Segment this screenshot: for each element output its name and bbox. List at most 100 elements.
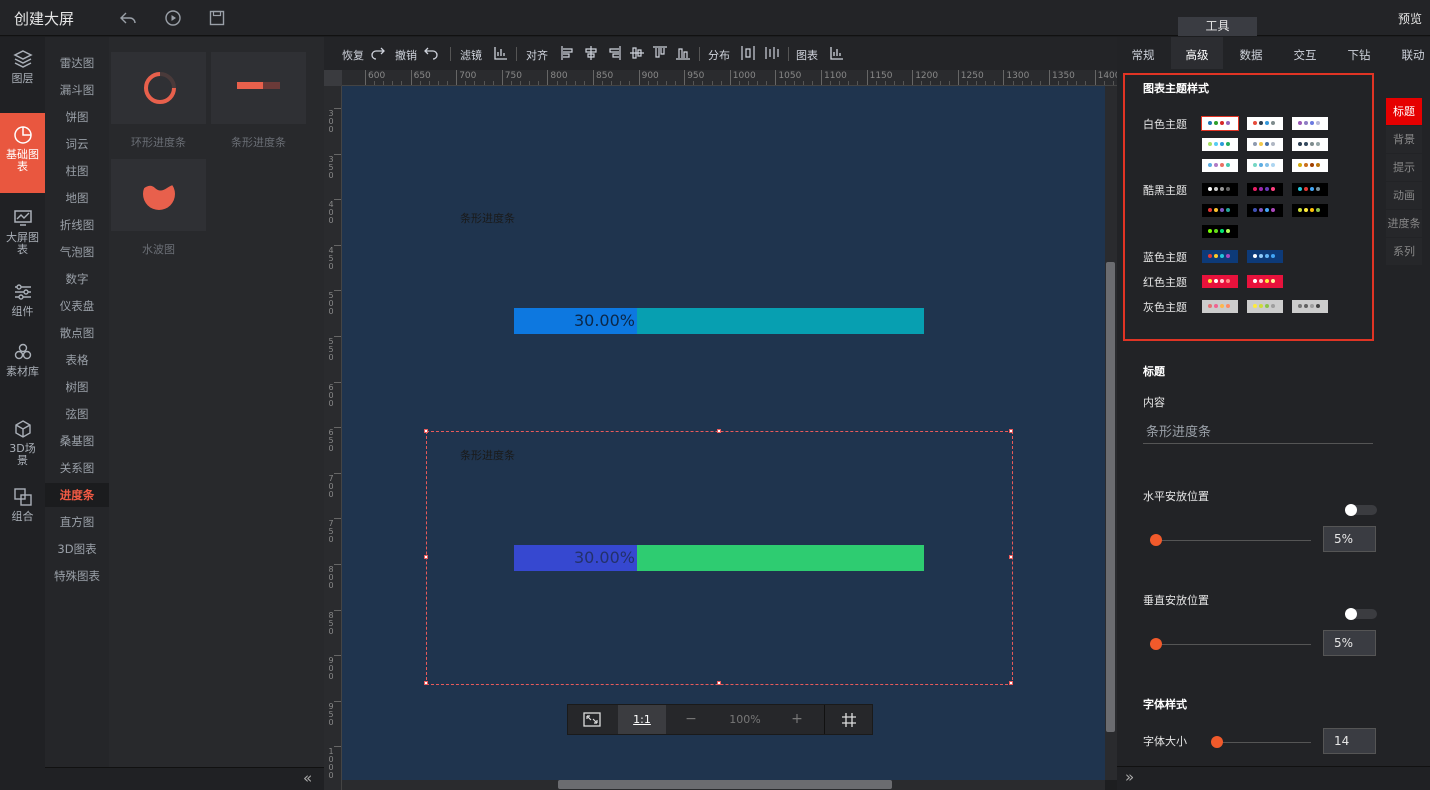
side-tab-5[interactable]: 系列 [1386, 238, 1422, 265]
theme-swatch[interactable] [1247, 204, 1283, 217]
theme-swatch[interactable] [1202, 250, 1238, 263]
resize-handle[interactable] [1009, 429, 1013, 433]
tab-3[interactable]: 交互 [1283, 47, 1327, 63]
zoom-1to1-button[interactable]: 1:1 [618, 705, 666, 734]
rail-item-4[interactable]: 素材库 [0, 330, 45, 404]
category-item[interactable]: 散点图 [45, 321, 109, 345]
chart-icon[interactable] [829, 45, 845, 61]
tab-4[interactable]: 下钻 [1337, 47, 1381, 63]
redo-icon[interactable] [370, 45, 386, 61]
distribute-h-icon[interactable] [740, 45, 756, 61]
theme-swatch[interactable] [1247, 117, 1283, 130]
h-position-slider-thumb[interactable] [1150, 534, 1162, 546]
chart-button[interactable]: 图表 [796, 47, 818, 63]
rail-item-6[interactable]: 组合 [0, 475, 45, 535]
category-item[interactable]: 直方图 [45, 510, 109, 534]
thumb-liquid[interactable] [111, 159, 206, 231]
category-item[interactable]: 桑基图 [45, 429, 109, 453]
distribute-button[interactable]: 分布 [708, 47, 730, 63]
theme-swatch[interactable] [1247, 138, 1283, 151]
theme-swatch[interactable] [1292, 138, 1328, 151]
category-item[interactable]: 漏斗图 [45, 78, 109, 102]
resize-handle[interactable] [1009, 555, 1013, 559]
theme-swatch[interactable] [1202, 275, 1238, 288]
theme-swatch[interactable] [1202, 159, 1238, 172]
v-position-slider-track[interactable] [1150, 644, 1311, 645]
resize-handle[interactable] [424, 429, 428, 433]
category-item[interactable]: 词云 [45, 132, 109, 156]
side-tab-0[interactable]: 标题 [1386, 98, 1422, 125]
theme-swatch[interactable] [1202, 204, 1238, 217]
category-item[interactable]: 关系图 [45, 456, 109, 480]
h-position-toggle-knob[interactable] [1345, 504, 1357, 516]
h-position-slider-track[interactable] [1150, 540, 1311, 541]
align-right-icon[interactable] [606, 45, 622, 61]
theme-swatch[interactable] [1202, 183, 1238, 196]
font-size-slider-thumb[interactable] [1211, 736, 1223, 748]
category-item[interactable]: 表格 [45, 348, 109, 372]
resize-handle[interactable] [424, 555, 428, 559]
font-size-slider-track[interactable] [1212, 742, 1311, 743]
rail-item-0[interactable]: 图层 [0, 37, 45, 101]
theme-swatch[interactable] [1247, 250, 1283, 263]
redo-button[interactable]: 恢复 [342, 47, 364, 63]
tab-2[interactable]: 数据 [1229, 47, 1273, 63]
v-position-slider-thumb[interactable] [1150, 638, 1162, 650]
play-icon[interactable] [164, 9, 182, 27]
collapse-left-icon[interactable]: « [303, 769, 312, 787]
back-icon[interactable] [119, 9, 137, 27]
theme-swatch[interactable] [1292, 300, 1328, 313]
side-tab-2[interactable]: 提示 [1386, 154, 1422, 181]
theme-swatch[interactable] [1292, 117, 1328, 130]
filter-chart-icon[interactable] [493, 45, 509, 61]
category-item[interactable]: 饼图 [45, 105, 109, 129]
category-item[interactable]: 数字 [45, 267, 109, 291]
zoom-in-button[interactable]: + [782, 705, 812, 734]
category-item[interactable]: 进度条 [45, 483, 109, 507]
theme-swatch[interactable] [1202, 138, 1238, 151]
theme-swatch[interactable] [1247, 159, 1283, 172]
distribute-v-icon[interactable] [764, 45, 780, 61]
align-button[interactable]: 对齐 [526, 47, 548, 63]
grid-icon[interactable] [842, 713, 856, 727]
side-tab-3[interactable]: 动画 [1386, 182, 1422, 209]
category-item[interactable]: 折线图 [45, 213, 109, 237]
preview-button[interactable]: 预览 [1398, 10, 1422, 27]
theme-swatch[interactable] [1247, 300, 1283, 313]
theme-swatch[interactable] [1201, 116, 1239, 131]
theme-swatch[interactable] [1202, 300, 1238, 313]
resize-handle[interactable] [717, 681, 721, 685]
zoom-out-button[interactable]: − [676, 705, 706, 734]
save-icon[interactable] [208, 9, 226, 27]
tab-0[interactable]: 常规 [1121, 47, 1165, 63]
tools-tab[interactable]: 工具 [1178, 17, 1257, 36]
category-item[interactable]: 仪表盘 [45, 294, 109, 318]
resize-handle[interactable] [424, 681, 428, 685]
category-item[interactable]: 柱图 [45, 159, 109, 183]
align-bottom-icon[interactable] [675, 45, 691, 61]
category-item[interactable]: 气泡图 [45, 240, 109, 264]
rail-item-3[interactable]: 组件 [0, 270, 45, 328]
rail-item-1[interactable]: 基础图表 [0, 113, 45, 193]
side-tab-4[interactable]: 进度条 [1386, 210, 1422, 237]
rail-item-5[interactable]: 3D场景 [0, 407, 45, 473]
theme-swatch[interactable] [1202, 225, 1238, 238]
category-item[interactable]: 弦图 [45, 402, 109, 426]
tab-1[interactable]: 高级 [1175, 47, 1219, 63]
rail-item-2[interactable]: 大屏图表 [0, 196, 45, 268]
align-center-v-icon[interactable] [629, 45, 645, 61]
tab-5[interactable]: 联动 [1391, 47, 1430, 63]
resize-handle[interactable] [717, 429, 721, 433]
horizontal-ruler[interactable]: 600 650 700 750 800 850 900 950 1000 1050 1100 1150… [342, 70, 1117, 86]
theme-swatch[interactable] [1292, 159, 1328, 172]
align-center-h-icon[interactable] [583, 45, 599, 61]
category-item[interactable]: 3D图表 [45, 537, 109, 561]
v-position-input[interactable]: 5% [1323, 630, 1376, 656]
thumb-bar-progress[interactable] [211, 52, 306, 124]
h-position-input[interactable]: 5% [1323, 526, 1376, 552]
category-item[interactable]: 树图 [45, 375, 109, 399]
collapse-right-icon[interactable]: » [1125, 768, 1134, 786]
fit-screen-icon[interactable] [583, 712, 601, 727]
category-item[interactable]: 雷达图 [45, 51, 109, 75]
v-position-toggle-knob[interactable] [1345, 608, 1357, 620]
